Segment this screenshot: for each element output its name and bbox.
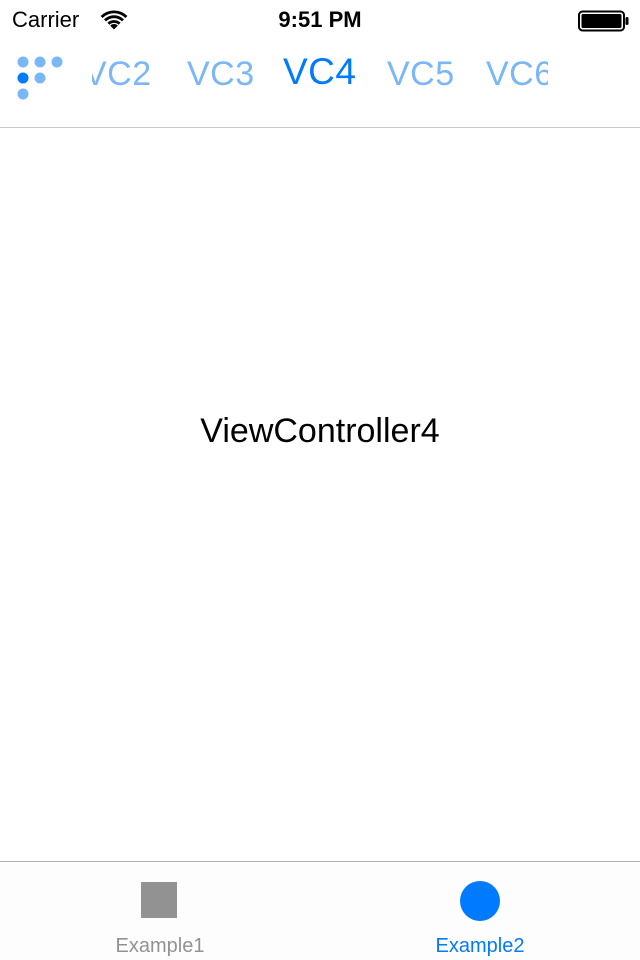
status-bar: Carrier 9:51 PM xyxy=(0,0,640,40)
tab-bar: Example1 Example2 xyxy=(0,861,640,960)
menu-tab-vc2[interactable]: VC2 xyxy=(92,54,152,94)
circle-icon xyxy=(460,881,500,921)
menu-tab-vc5[interactable]: VC5 xyxy=(387,54,455,94)
menu-tab-vc6[interactable]: VC6 xyxy=(486,54,548,94)
page-content: ViewController4 xyxy=(0,129,640,861)
status-time: 9:51 PM xyxy=(278,7,362,32)
tab-bar-item-example1[interactable]: Example1 xyxy=(0,862,320,960)
tab-bar-item-label: Example1 xyxy=(115,935,205,957)
square-icon xyxy=(141,882,177,918)
menu-tab-vc4[interactable]: VC4 xyxy=(283,52,356,92)
menu-tab-vc3[interactable]: VC3 xyxy=(187,54,255,94)
tab-bar-item-example2[interactable]: Example2 xyxy=(320,862,640,960)
dots-menu-icon[interactable] xyxy=(16,54,64,102)
page-title: ViewController4 xyxy=(200,412,440,450)
menu-tab-strip[interactable]: VC2 VC3 VC4 VC5 VC6 xyxy=(92,40,548,110)
battery-icon xyxy=(578,10,629,32)
page-menu: VC2 VC3 VC4 VC5 VC6 xyxy=(0,40,640,128)
tab-bar-item-label: Example2 xyxy=(435,935,525,957)
screen: Carrier 9:51 PM VC2 VC3 VC4 VC5 VC6 View… xyxy=(0,0,640,960)
